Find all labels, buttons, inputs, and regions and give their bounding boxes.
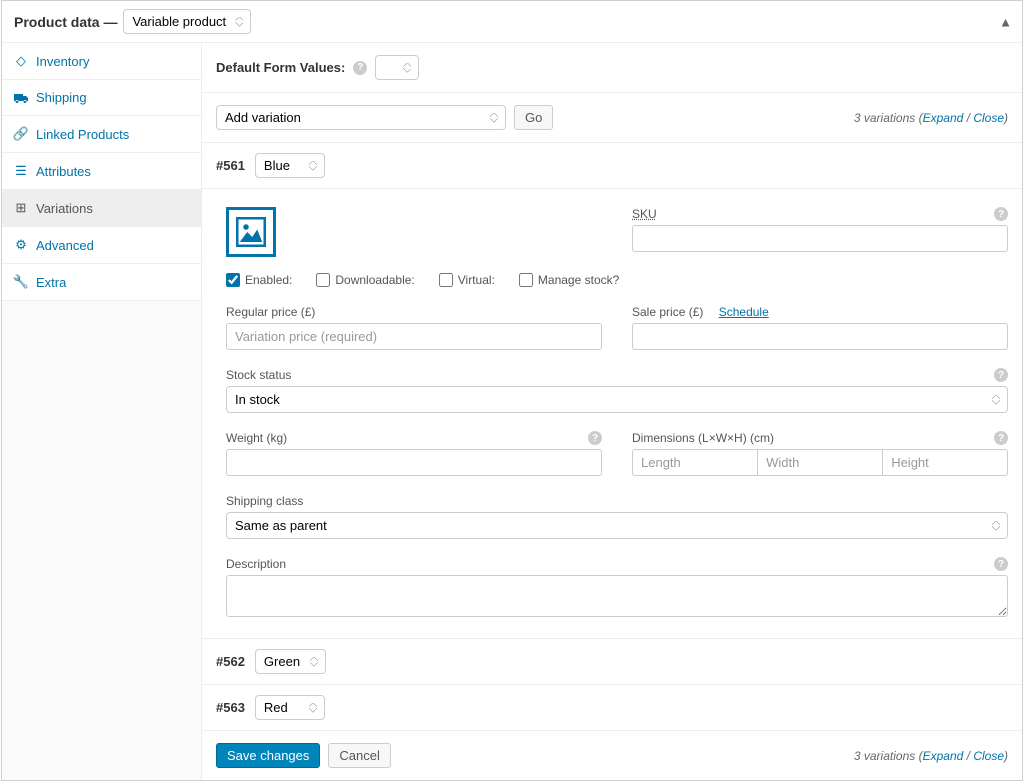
manage-stock-checkbox-wrap[interactable]: Manage stock?	[519, 273, 619, 287]
variation-id: #563	[216, 700, 245, 715]
variation-action-select[interactable]: Add variation	[216, 105, 506, 130]
wrench-icon: 🔧	[14, 274, 28, 290]
collapse-toggle-icon[interactable]: ▲	[999, 14, 1012, 29]
checkbox-row: Enabled: Downloadable: Virtual: Manage s…	[226, 273, 1008, 287]
stock-status-select[interactable]: In stock	[226, 386, 1008, 413]
variation-attribute-select[interactable]: Red	[255, 695, 325, 720]
sale-price-label: Sale price (£)	[632, 305, 703, 319]
variation-id: #562	[216, 654, 245, 669]
downloadable-checkbox[interactable]	[316, 273, 330, 287]
height-input[interactable]	[882, 449, 1008, 476]
default-form-values-select[interactable]	[375, 55, 419, 80]
sidebar-item-label: Advanced	[36, 238, 94, 253]
enabled-checkbox-wrap[interactable]: Enabled:	[226, 273, 292, 287]
variation-attribute-select[interactable]: Blue	[255, 153, 325, 178]
go-button[interactable]: Go	[514, 105, 553, 130]
variation-row[interactable]: #561 Blue	[202, 143, 1022, 189]
width-input[interactable]	[757, 449, 882, 476]
default-form-values-label: Default Form Values:	[216, 60, 345, 75]
sidebar-item-shipping[interactable]: Shipping	[2, 80, 201, 116]
help-icon[interactable]: ?	[588, 431, 602, 445]
variations-count-text: 3 variations (Expand / Close)	[854, 111, 1008, 125]
sidebar-item-label: Extra	[36, 275, 66, 290]
sidebar-item-label: Attributes	[36, 164, 91, 179]
help-icon[interactable]: ?	[994, 431, 1008, 445]
weight-input[interactable]	[226, 449, 602, 476]
sidebar-item-label: Variations	[36, 201, 93, 216]
link-icon: 🔗	[14, 126, 28, 142]
variation-details: SKU ? Enabled: Downloadable:	[202, 189, 1022, 639]
attributes-icon: ☰	[14, 163, 28, 179]
variation-row[interactable]: #563 Red	[202, 685, 1022, 731]
close-link[interactable]: Close	[973, 111, 1004, 125]
variation-attribute-select[interactable]: Green	[255, 649, 326, 674]
virtual-checkbox-wrap[interactable]: Virtual:	[439, 273, 495, 287]
regular-price-input[interactable]	[226, 323, 602, 350]
panel-header: Product data — Variable product ▲	[2, 1, 1022, 43]
content-area: Default Form Values: ? Add variation Go …	[202, 43, 1022, 780]
defaults-toolbar: Default Form Values: ?	[202, 43, 1022, 93]
schedule-link[interactable]: Schedule	[719, 305, 769, 319]
sku-input[interactable]	[632, 225, 1008, 252]
save-changes-button[interactable]: Save changes	[216, 743, 320, 768]
stock-status-label: Stock status	[226, 368, 291, 382]
sidebar-item-label: Linked Products	[36, 127, 129, 142]
cancel-button[interactable]: Cancel	[328, 743, 390, 768]
shipping-icon	[14, 92, 28, 104]
weight-label: Weight (kg)	[226, 431, 287, 445]
virtual-checkbox[interactable]	[439, 273, 453, 287]
shipping-class-select[interactable]: Same as parent	[226, 512, 1008, 539]
footer: Save changes Cancel 3 variations (Expand…	[202, 731, 1022, 780]
gear-icon: ⚙	[14, 237, 28, 253]
sidebar-item-label: Shipping	[36, 90, 87, 105]
enabled-checkbox[interactable]	[226, 273, 240, 287]
sidebar-item-inventory[interactable]: ◇ Inventory	[2, 43, 201, 80]
length-input[interactable]	[632, 449, 757, 476]
regular-price-label: Regular price (£)	[226, 305, 602, 319]
variations-count-text: 3 variations (Expand / Close)	[854, 749, 1008, 763]
downloadable-checkbox-wrap[interactable]: Downloadable:	[316, 273, 414, 287]
variation-row[interactable]: #562 Green	[202, 639, 1022, 685]
sidebar-item-label: Inventory	[36, 54, 89, 69]
dimensions-label: Dimensions (L×W×H) (cm)	[632, 431, 774, 445]
expand-link[interactable]: Expand	[923, 749, 964, 763]
sidebar-item-extra[interactable]: 🔧 Extra	[2, 264, 201, 301]
sidebar-item-attributes[interactable]: ☰ Attributes	[2, 153, 201, 190]
expand-link[interactable]: Expand	[923, 111, 964, 125]
product-type-select[interactable]: Variable product	[123, 9, 251, 34]
help-icon[interactable]: ?	[994, 368, 1008, 382]
sidebar-item-variations[interactable]: ⊞ Variations	[2, 190, 201, 227]
sidebar-item-advanced[interactable]: ⚙ Advanced	[2, 227, 201, 264]
help-icon[interactable]: ?	[994, 557, 1008, 571]
sale-price-input[interactable]	[632, 323, 1008, 350]
sidebar-item-linked-products[interactable]: 🔗 Linked Products	[2, 116, 201, 153]
panel-title: Product data —	[14, 14, 117, 30]
variations-icon: ⊞	[14, 200, 28, 216]
sidebar: ◇ Inventory Shipping 🔗 Linked Products ☰…	[2, 43, 202, 780]
product-data-panel: Product data — Variable product ▲ ◇ Inve…	[1, 0, 1023, 781]
shipping-class-label: Shipping class	[226, 494, 1008, 508]
close-link[interactable]: Close	[973, 749, 1004, 763]
sku-label: SKU	[632, 207, 657, 221]
variation-image-upload[interactable]	[226, 207, 276, 257]
variation-id: #561	[216, 158, 245, 173]
inventory-icon: ◇	[14, 53, 28, 69]
help-icon[interactable]: ?	[994, 207, 1008, 221]
help-icon[interactable]: ?	[353, 61, 367, 75]
description-label: Description	[226, 557, 286, 571]
manage-stock-checkbox[interactable]	[519, 273, 533, 287]
variation-actions-toolbar: Add variation Go 3 variations (Expand / …	[202, 93, 1022, 143]
description-textarea[interactable]	[226, 575, 1008, 617]
